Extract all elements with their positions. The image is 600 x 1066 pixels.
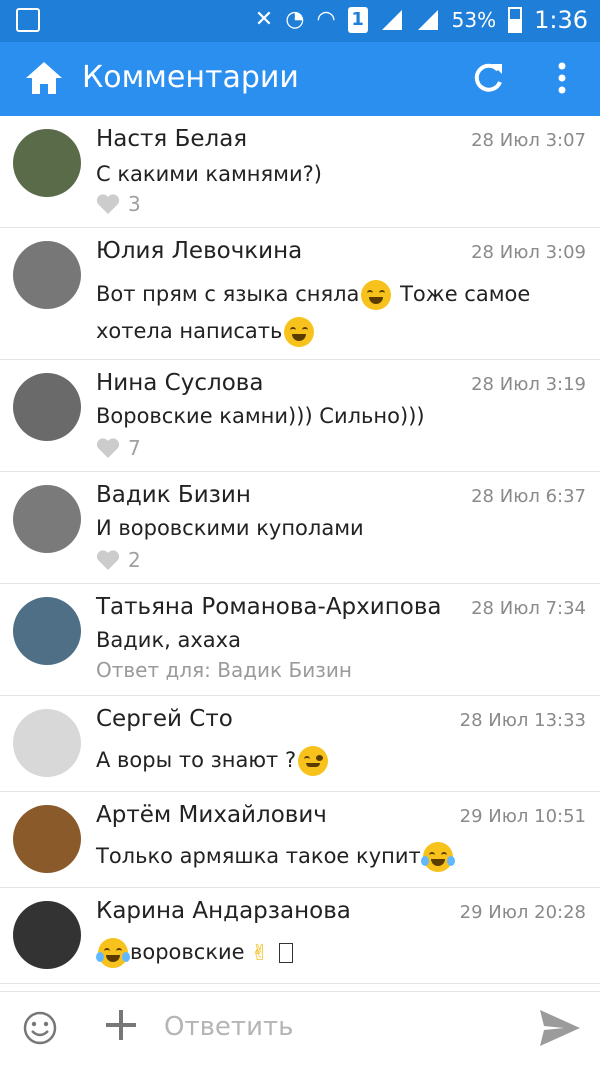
- comment-row[interactable]: Нина Суслова 28 Июл 3:19 Воровские камни…: [0, 360, 600, 472]
- avatar[interactable]: [13, 805, 81, 873]
- home-icon[interactable]: [24, 58, 64, 98]
- grin-emoji-icon: [361, 280, 392, 310]
- gallery-icon: [16, 8, 40, 32]
- wink-emoji-icon: [298, 746, 329, 776]
- comment-time: 29 Июл 10:51: [459, 806, 586, 827]
- comment-time: 28 Июл 3:19: [471, 374, 586, 395]
- comment-text: Вот прям с языка сняла Тоже самое хотела…: [96, 276, 566, 350]
- status-bar: ✕ ◔ ◠ 1 53% 1:36: [0, 0, 600, 42]
- clock: 1:36: [534, 6, 588, 34]
- avatar[interactable]: [13, 129, 81, 197]
- comment-text: С какими камнями?): [96, 162, 322, 186]
- likes[interactable]: 2: [96, 548, 141, 572]
- page-title: Комментарии: [82, 60, 299, 95]
- signal-icon-2: [417, 10, 438, 30]
- like-count: 3: [128, 192, 141, 216]
- avatar[interactable]: [13, 901, 81, 969]
- avatar[interactable]: [13, 709, 81, 777]
- comment-author[interactable]: Вадик Бизин: [96, 482, 251, 508]
- comment-text: воровские ✌: [96, 934, 566, 972]
- comment-time: 28 Июл 6:37: [471, 486, 586, 507]
- like-count: 2: [128, 548, 141, 572]
- comment-row[interactable]: Юлия Левочкина 28 Июл 3:09 Вот прям с яз…: [0, 228, 600, 360]
- reply-input[interactable]: Ответить: [164, 1012, 293, 1042]
- likes[interactable]: 3: [96, 192, 141, 216]
- send-icon[interactable]: [538, 1006, 582, 1050]
- like-count: 7: [128, 436, 141, 460]
- refresh-icon[interactable]: [470, 60, 506, 96]
- comment-author[interactable]: Настя Белая: [96, 126, 247, 152]
- comment-time: 28 Июл 13:33: [459, 710, 586, 731]
- comment-row[interactable]: Сергей Сто 28 Июл 13:33 А воры то знают …: [0, 696, 600, 792]
- comment-time: 29 Июл 20:28: [459, 902, 586, 923]
- comment-row[interactable]: Карина Андарзанова 29 Июл 20:28 воровски…: [0, 888, 600, 984]
- comment-row[interactable]: Артём Михайлович 29 Июл 10:51 Только арм…: [0, 792, 600, 888]
- rock-hand-icon: ✌: [250, 940, 270, 966]
- avatar[interactable]: [13, 373, 81, 441]
- heart-icon: [96, 438, 120, 458]
- comment-text: А воры то знают ?: [96, 742, 566, 779]
- heart-icon: [96, 194, 120, 214]
- sim-icon: 1: [347, 7, 368, 33]
- reply-composer: Ответить: [0, 991, 600, 1066]
- emoji-picker-icon[interactable]: [22, 1010, 58, 1046]
- comment-row[interactable]: Татьяна Романова-Архипова 28 Июл 7:34 Ва…: [0, 584, 600, 696]
- avatar[interactable]: [13, 485, 81, 553]
- reply-to-label[interactable]: Ответ для: Вадик Бизин: [96, 658, 352, 682]
- battery-icon: [508, 7, 523, 33]
- status-icons: ✕ ◔ ◠ 1 53% 1:36: [255, 6, 588, 34]
- wifi-icon: ◠: [316, 7, 336, 32]
- comment-author[interactable]: Юлия Левочкина: [96, 238, 302, 264]
- comment-author[interactable]: Татьяна Романова-Архипова: [96, 594, 441, 620]
- grin-emoji-icon: [284, 317, 315, 347]
- comment-text: Воровские камни))) Сильно))): [96, 404, 425, 428]
- comment-time: 28 Июл 7:34: [471, 598, 586, 619]
- heart-icon: [96, 550, 120, 570]
- laughing-emoji-icon: [96, 938, 130, 968]
- avatar[interactable]: [13, 241, 81, 309]
- add-attachment-icon[interactable]: [104, 1008, 138, 1042]
- laughing-emoji-icon: [420, 842, 455, 872]
- comment-author[interactable]: Артём Михайлович: [96, 802, 327, 828]
- comment-time: 28 Июл 3:09: [471, 242, 586, 263]
- comment-text: Только армяшка такое купит: [96, 838, 566, 875]
- comment-text: И воровскими куполами: [96, 516, 364, 540]
- comment-row[interactable]: Настя Белая 28 Июл 3:07 С какими камнями…: [0, 116, 600, 228]
- vibrate-icon: ✕: [254, 7, 274, 32]
- missing-glyph-icon: [279, 943, 294, 963]
- app-bar: Комментарии: [0, 42, 600, 116]
- avatar[interactable]: [13, 597, 81, 665]
- more-vertical-icon[interactable]: [552, 60, 572, 96]
- comment-row[interactable]: Вадик Бизин 28 Июл 6:37 И воровскими куп…: [0, 472, 600, 584]
- comment-time: 28 Июл 3:07: [471, 130, 586, 151]
- battery-percent: 53%: [451, 8, 497, 32]
- comment-text: Вадик, ахаха: [96, 628, 241, 652]
- comment-author[interactable]: Карина Андарзанова: [96, 898, 351, 924]
- comment-list: Настя Белая 28 Июл 3:07 С какими камнями…: [0, 116, 600, 984]
- alarm-icon: ◔: [285, 7, 305, 32]
- comment-author[interactable]: Сергей Сто: [96, 706, 233, 732]
- signal-icon: [381, 10, 402, 30]
- comment-author[interactable]: Нина Суслова: [96, 370, 263, 396]
- likes[interactable]: 7: [96, 436, 141, 460]
